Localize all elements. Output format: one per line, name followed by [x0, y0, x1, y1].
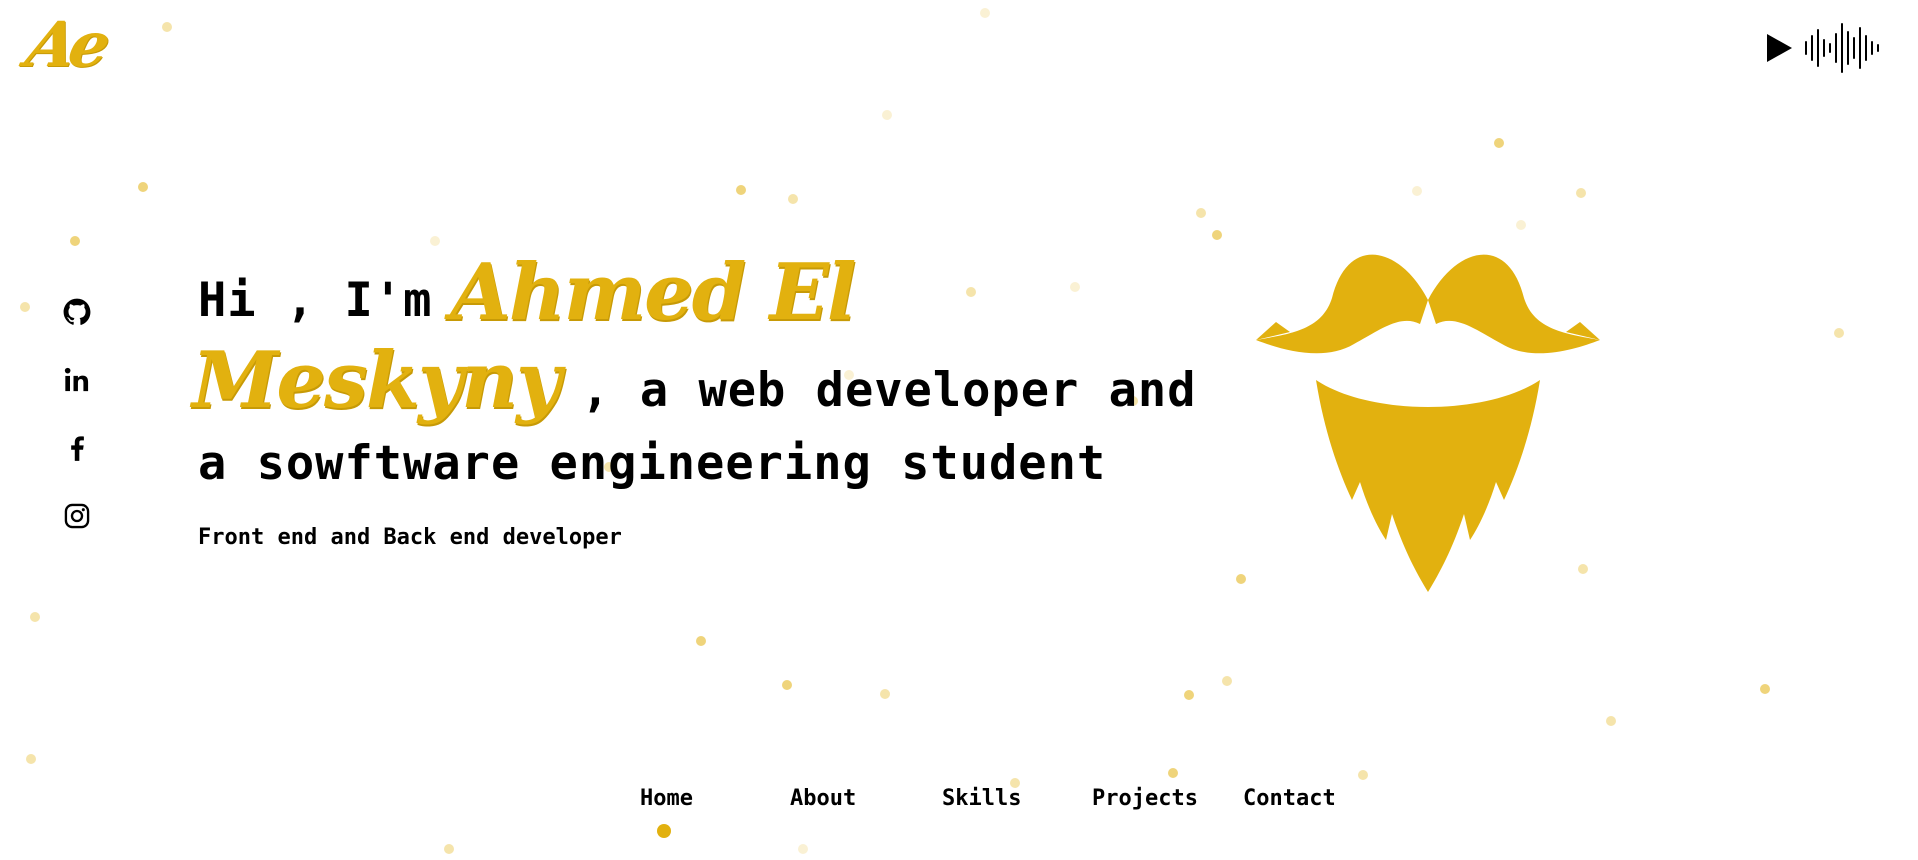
play-button[interactable] [1762, 31, 1796, 65]
github-icon [63, 298, 91, 325]
decor-dot [1606, 716, 1616, 726]
decor-dot [1576, 188, 1586, 198]
hero-subtitle: Front end and Back end developer [198, 525, 622, 550]
nav-active-indicator [657, 824, 671, 838]
decor-dot [20, 302, 30, 312]
role-text: , a web developer and [581, 363, 1197, 418]
decor-dot [1236, 574, 1246, 584]
play-icon [1767, 34, 1792, 62]
decor-dot [736, 185, 746, 195]
decor-dot [696, 636, 706, 646]
decor-dot [1358, 770, 1368, 780]
decor-dot [1212, 230, 1222, 240]
decor-dot [1222, 676, 1232, 686]
github-link[interactable] [62, 298, 92, 326]
bottom-nav: Home About Skills Projects Contact [0, 786, 1918, 846]
linkedin-link[interactable] [62, 366, 92, 394]
beard-icon [1256, 254, 1600, 592]
hero-line-3: a sowftware engineering student [198, 436, 1107, 491]
decor-dot [1760, 684, 1770, 694]
decor-dot [138, 182, 148, 192]
decor-dot [1412, 186, 1422, 196]
decor-dot [1494, 138, 1504, 148]
hero-section: Hi , I'm Ahmed El Meskyny , a web develo… [192, 250, 1196, 551]
decor-dot [430, 236, 440, 246]
linkedin-icon [64, 367, 89, 392]
decor-dot [1168, 768, 1178, 778]
portfolio-page: Ae Hi , I'm Ahmed El Meskyny , a web dev… [0, 0, 1918, 860]
decor-dot [880, 689, 890, 699]
decor-dot [1196, 208, 1206, 218]
instagram-icon [64, 503, 90, 529]
decor-dot [162, 22, 172, 32]
nav-contact[interactable]: Contact [1243, 786, 1336, 811]
social-links [62, 298, 92, 530]
name-last: Meskyny [192, 335, 561, 426]
decor-dot [782, 680, 792, 690]
hero-line-2: Meskyny , a web developer and [192, 338, 1196, 424]
nav-projects[interactable]: Projects [1092, 786, 1198, 811]
name-first: Ahmed El [450, 247, 856, 338]
facebook-icon [71, 436, 84, 461]
nav-home[interactable]: Home [640, 786, 693, 811]
decor-dot [1834, 328, 1844, 338]
audio-controls [1762, 20, 1882, 76]
greeting-text: Hi , I'm [198, 273, 433, 328]
decor-dot [980, 8, 990, 18]
nav-skills[interactable]: Skills [942, 786, 1021, 811]
decor-dot [1516, 220, 1526, 230]
decor-dot [70, 236, 80, 246]
decor-dot [882, 110, 892, 120]
hero-line-1: Hi , I'm Ahmed El [198, 250, 1098, 336]
nav-about[interactable]: About [790, 786, 856, 811]
decor-dot [26, 754, 36, 764]
logo[interactable]: Ae [20, 8, 111, 81]
decor-dot [30, 612, 40, 622]
instagram-link[interactable] [62, 502, 92, 530]
waveform-icon[interactable] [1802, 20, 1882, 76]
facebook-link[interactable] [62, 434, 92, 462]
decor-dot [788, 194, 798, 204]
decor-dot [1184, 690, 1194, 700]
